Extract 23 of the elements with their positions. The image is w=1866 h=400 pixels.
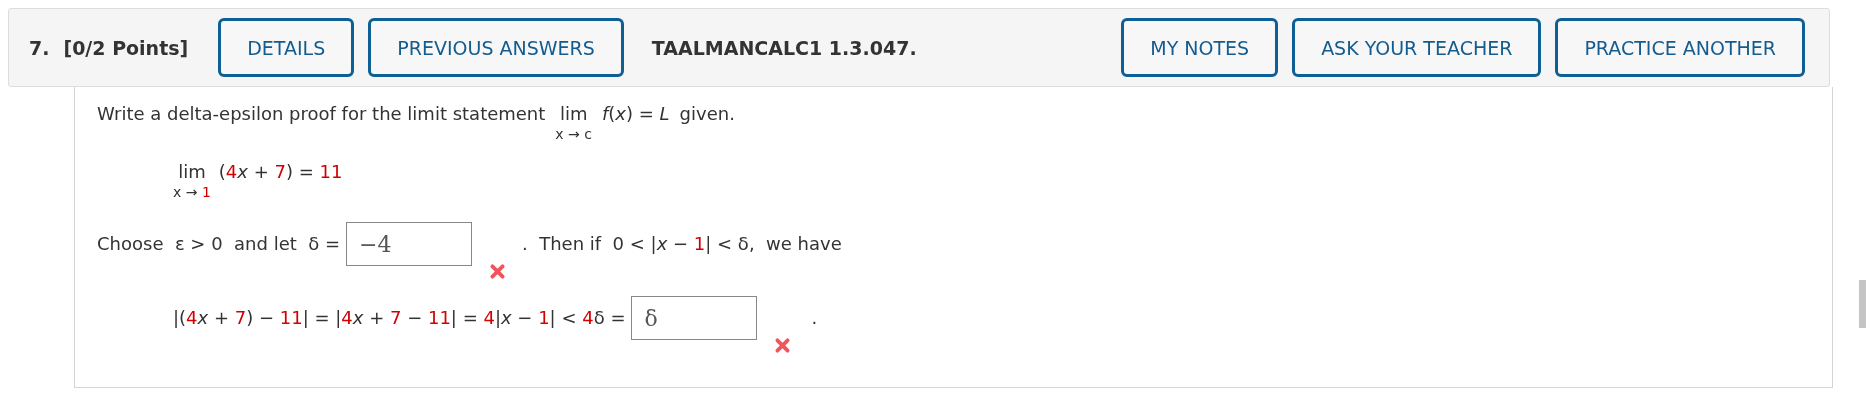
math-text: |(4x + 7) − 11| = |4x + 7 − 11| = 4|x − 1| < 4δ = — [173, 306, 626, 330]
question-points: [0/2 Points] — [63, 36, 189, 59]
math-text: . Then if 0 < |x − 1| < δ, we have — [522, 232, 842, 256]
lim-subscript: x → 1 — [173, 184, 211, 200]
math-text: . — [811, 306, 818, 330]
prompt-text: given. — [679, 102, 735, 126]
header-button[interactable]: ASK YOUR TEACHER — [1292, 18, 1542, 77]
scrollbar-thumb[interactable] — [1859, 280, 1866, 328]
question-number: 7. — [29, 36, 50, 59]
math-text: Choose ε > 0 and let δ = — [97, 232, 341, 256]
lim-subscript: x → c — [555, 126, 592, 142]
question-source: TAALMANCALC1 1.3.047. — [651, 36, 917, 59]
header-button[interactable]: DETAILS — [218, 18, 355, 77]
lim-text: lim — [559, 102, 588, 126]
limit-expression: (4x + 7) = 11 — [218, 160, 343, 184]
answer-field[interactable]: δ — [631, 296, 758, 340]
lim-text: lim — [178, 160, 206, 184]
prompt-text: Write a delta-epsilon proof for the limit statement — [97, 102, 546, 126]
header-button[interactable]: PRACTICE ANOTHER — [1555, 18, 1805, 77]
limit-expression: f(x) = L — [601, 102, 670, 126]
header-button[interactable]: MY NOTES — [1121, 18, 1279, 77]
header-button[interactable]: PREVIOUS ANSWERS — [368, 18, 624, 77]
answer-field[interactable]: −4 — [346, 222, 473, 266]
